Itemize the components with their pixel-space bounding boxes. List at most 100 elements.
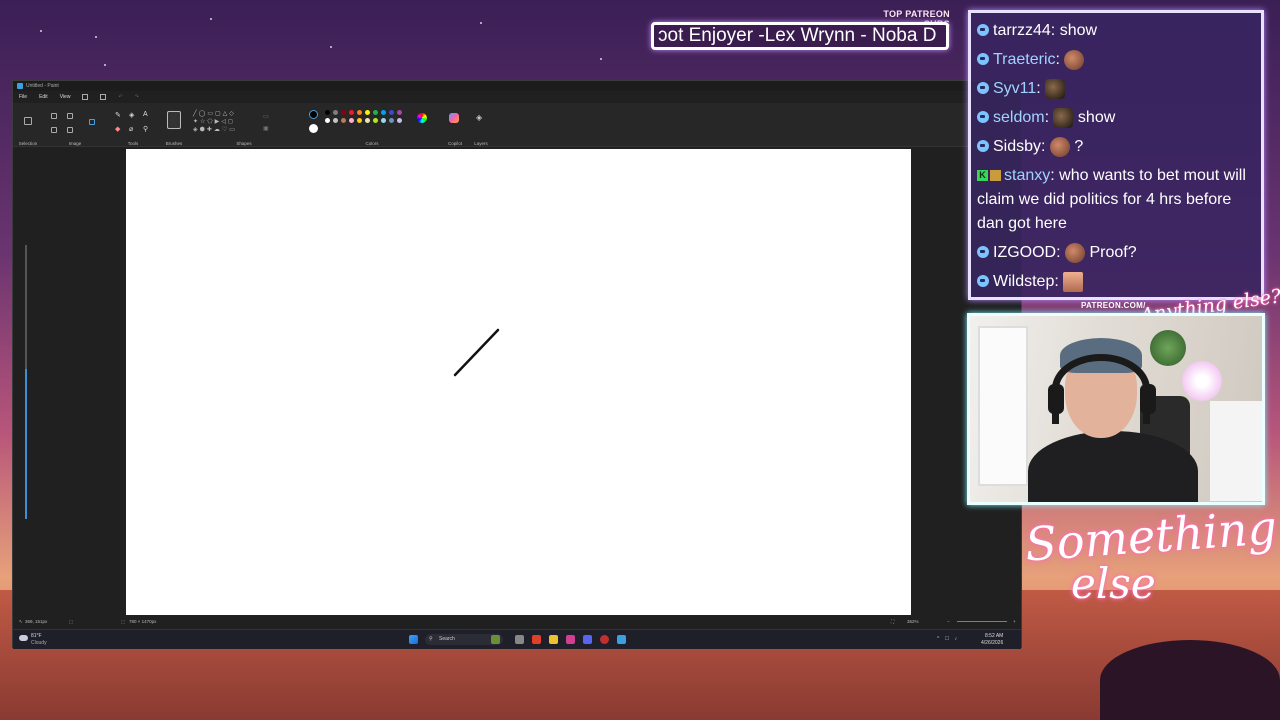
image-label: Image [68, 141, 82, 146]
tools-group: ✎ ◈ A ◆ ⌀ ⚲ Tools [111, 107, 155, 147]
color-swatch[interactable] [365, 110, 370, 115]
webcam-feed [967, 313, 1265, 505]
color-swatch[interactable] [349, 110, 354, 115]
menu-edit[interactable]: Edit [39, 94, 48, 100]
brush-icon[interactable] [167, 111, 181, 129]
chat-message: tarrzz44: show [977, 19, 1255, 43]
edit-colors-icon[interactable] [417, 113, 427, 123]
cam-shelf [1210, 401, 1262, 501]
image-group: Image [47, 107, 103, 147]
save-icon[interactable] [82, 94, 89, 100]
eraser-icon[interactable]: ◆ [115, 125, 120, 133]
chat-message: Kstanxy: who wants to bet mout will clai… [977, 167, 1246, 232]
emote-icon [1045, 78, 1066, 99]
status-bar: ↖ 369, 151px ⬚ ⬚ 780 × 1470px ⛶ 362% − + [13, 617, 1021, 627]
headphone-cup [1140, 384, 1156, 414]
app-icon[interactable] [566, 635, 575, 644]
task-view-icon[interactable] [515, 635, 524, 644]
headphone-cup [1048, 384, 1064, 414]
paint-titlebar: Untitled - Paint [13, 81, 1021, 91]
star [95, 36, 97, 38]
color-swatch[interactable] [357, 118, 362, 123]
zoom-out-icon[interactable]: − [947, 619, 950, 624]
magnifier-icon[interactable]: ⚲ [143, 125, 148, 133]
paint-app-icon [17, 83, 23, 89]
chat-username: Traeteric [993, 51, 1056, 68]
clock-time[interactable]: 8:52 AM [985, 633, 1003, 639]
fill-icon[interactable]: ◈ [129, 111, 134, 119]
color-swatch[interactable] [341, 118, 346, 123]
browser-icon[interactable] [532, 635, 541, 644]
image-icon[interactable] [89, 119, 95, 125]
chat-username: tarrzz44 [993, 22, 1051, 39]
chat-text: show [1059, 22, 1098, 39]
redo-icon[interactable]: ↷ [135, 94, 139, 100]
text-icon[interactable]: A [143, 111, 148, 118]
cursor-icon: ↖ [19, 619, 23, 624]
shapes-gallery-icon[interactable]: ╱◯▭▢△◇ ✦☆⬠▶◁◻ ◈⬢✚☁♡▭ [193, 110, 255, 134]
zoom-in-icon[interactable]: + [1013, 619, 1016, 624]
chat-text: Proof? [1089, 244, 1137, 261]
color-swatch[interactable] [397, 118, 402, 123]
fill-style-icon[interactable]: ▣ [263, 125, 269, 132]
paint-window: Untitled - Paint File Edit View ↶ ↷ Sele… [12, 80, 1022, 649]
start-icon[interactable] [409, 635, 418, 644]
crop-icon[interactable] [51, 113, 57, 119]
flip-icon[interactable] [67, 127, 73, 133]
chrome-icon[interactable] [600, 635, 609, 644]
picker-icon[interactable]: ⌀ [129, 125, 133, 133]
shapes-label: Shapes [236, 141, 252, 146]
chat-username: IZGOOD [993, 244, 1057, 261]
brand-logo-large: Something else [1023, 500, 1278, 608]
color-swatch[interactable] [333, 110, 338, 115]
color-swatch[interactable] [389, 110, 394, 115]
clock-date[interactable]: 4/26/2026 [981, 640, 1003, 646]
copilot-icon[interactable] [449, 113, 459, 123]
color-swatch[interactable] [333, 118, 338, 123]
palm-silhouette [1100, 640, 1280, 720]
color-swatch[interactable] [381, 110, 386, 115]
file-explorer-icon[interactable] [549, 635, 558, 644]
discord-icon[interactable] [583, 635, 592, 644]
share-icon[interactable] [100, 94, 107, 100]
color1-swatch[interactable] [309, 110, 318, 119]
color-swatch[interactable] [341, 110, 346, 115]
fit-icon[interactable]: ⛶ [891, 619, 894, 624]
outline-icon[interactable]: ▭ [263, 113, 269, 120]
resize-icon[interactable] [67, 113, 73, 119]
color-swatch[interactable] [357, 110, 362, 115]
sub-badge-icon [990, 170, 1001, 182]
color-swatch[interactable] [325, 118, 330, 123]
chat-message: IZGOOD: Proof? [977, 241, 1255, 265]
color-swatch[interactable] [325, 110, 330, 115]
brushes-label: Brushes [165, 141, 183, 146]
star [104, 64, 106, 66]
color-swatch[interactable] [373, 110, 378, 115]
cursor-position: 369, 151px [25, 619, 48, 624]
menu-view[interactable]: View [60, 94, 71, 100]
cam-plant [1150, 330, 1186, 366]
rotate-icon[interactable] [51, 127, 57, 133]
colors-group: Colors [305, 107, 439, 147]
widget-icon[interactable] [491, 635, 500, 644]
star [330, 46, 332, 48]
pencil-icon[interactable]: ✎ [115, 111, 121, 119]
color-swatch[interactable] [349, 118, 354, 123]
tray-icons[interactable]: ^ ☐ ♪ [937, 636, 959, 642]
undo-icon[interactable]: ↶ [118, 94, 122, 100]
color-swatch[interactable] [365, 118, 370, 123]
patreon-url: PATREON.COM/ [1081, 301, 1146, 310]
color-swatch[interactable] [389, 118, 394, 123]
color-swatch[interactable] [381, 118, 386, 123]
shapes-group: ╱◯▭▢△◇ ✦☆⬠▶◁◻ ◈⬢✚☁♡▭ ▭ ▣ Shapes [191, 107, 297, 147]
paint-taskbar-icon[interactable] [617, 635, 626, 644]
color-swatch[interactable] [397, 110, 402, 115]
layers-icon[interactable]: ◈ [476, 113, 482, 122]
color-swatch[interactable] [373, 118, 378, 123]
drawing-canvas[interactable] [126, 149, 911, 615]
zoom-slider[interactable] [957, 621, 1007, 622]
color2-swatch[interactable] [309, 124, 318, 133]
menu-file[interactable]: File [19, 94, 27, 100]
selection-icon[interactable] [24, 117, 32, 125]
zoom-level[interactable]: 362% [907, 619, 919, 624]
